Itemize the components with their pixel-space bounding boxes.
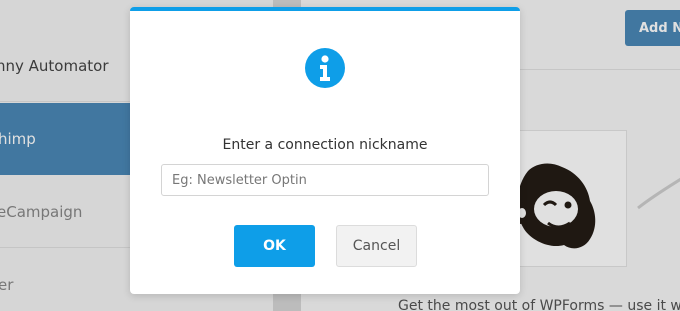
connection-nickname-input[interactable] [161, 164, 489, 196]
info-icon [305, 48, 345, 88]
ok-button[interactable]: OK [234, 225, 315, 267]
cancel-button[interactable]: Cancel [336, 225, 417, 267]
dialog-prompt: Enter a connection nickname [222, 137, 428, 153]
connection-nickname-dialog: Enter a connection nickname OK Cancel [130, 7, 520, 294]
